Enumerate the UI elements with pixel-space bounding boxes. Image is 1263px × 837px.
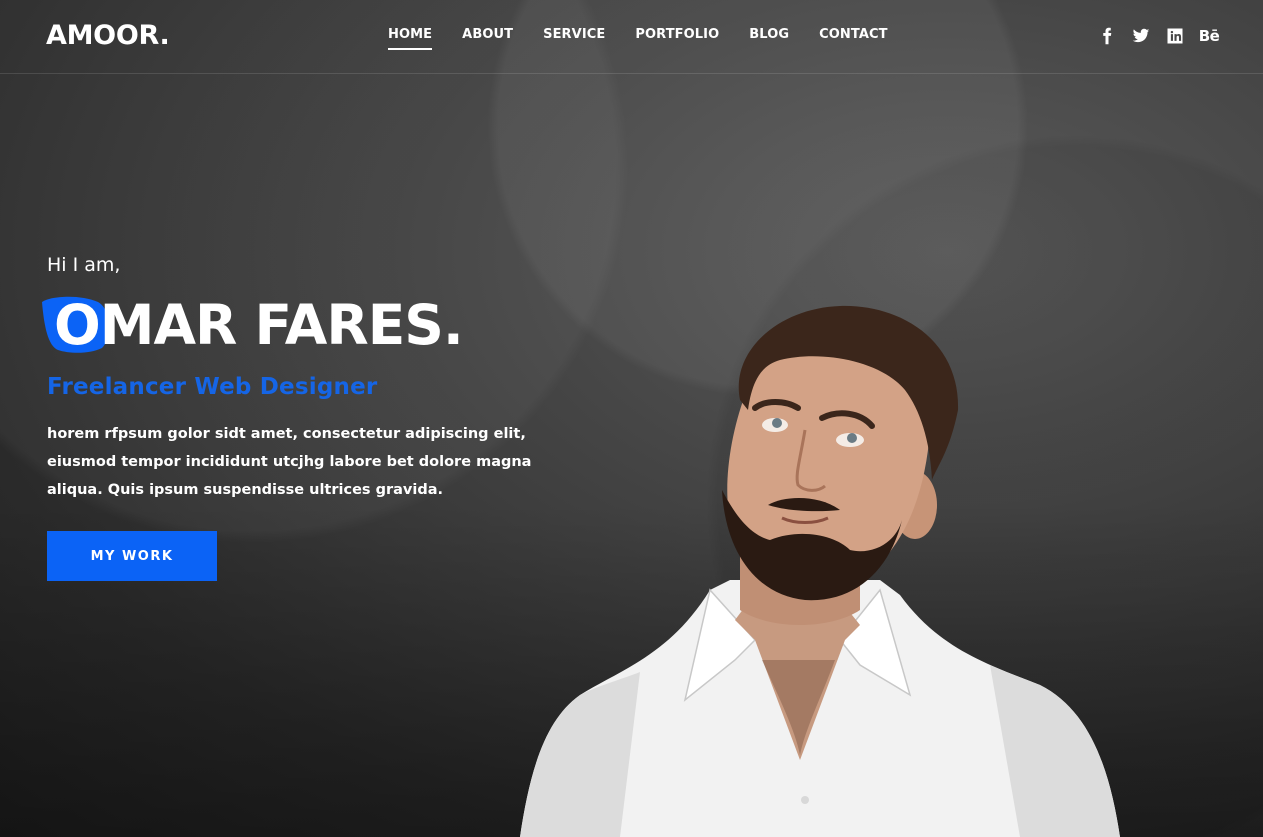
facebook-icon[interactable] — [1097, 26, 1117, 46]
hero-role: Freelancer Web Designer — [47, 374, 378, 400]
site-header: AMOOR. HOME ABOUT SERVICE PORTFOLIO BLOG… — [0, 0, 1263, 74]
twitter-icon[interactable] — [1131, 26, 1151, 46]
hero-portrait — [520, 305, 1120, 837]
my-work-button[interactable]: MY WORK — [47, 531, 217, 581]
linkedin-icon[interactable] — [1165, 26, 1185, 46]
hero-name: OMAR FARES. — [54, 293, 464, 357]
nav-contact[interactable]: CONTACT — [819, 27, 888, 48]
hero-description: horem rfpsum golor sidt amet, consectetu… — [47, 426, 532, 498]
hero-greeting: Hi I am, — [47, 254, 121, 276]
nav-portfolio[interactable]: PORTFOLIO — [635, 27, 719, 48]
social-links: Bē — [1097, 26, 1220, 46]
nav-blog[interactable]: BLOG — [749, 27, 789, 48]
main-nav: HOME ABOUT SERVICE PORTFOLIO BLOG CONTAC… — [388, 27, 918, 50]
nav-home[interactable]: HOME — [388, 27, 433, 50]
behance-icon[interactable]: Bē — [1199, 26, 1220, 46]
page: AMOOR. HOME ABOUT SERVICE PORTFOLIO BLOG… — [0, 0, 1263, 837]
site-logo[interactable]: AMOOR. — [46, 20, 170, 51]
nav-service[interactable]: SERVICE — [543, 27, 605, 48]
nav-about[interactable]: ABOUT — [462, 27, 513, 48]
